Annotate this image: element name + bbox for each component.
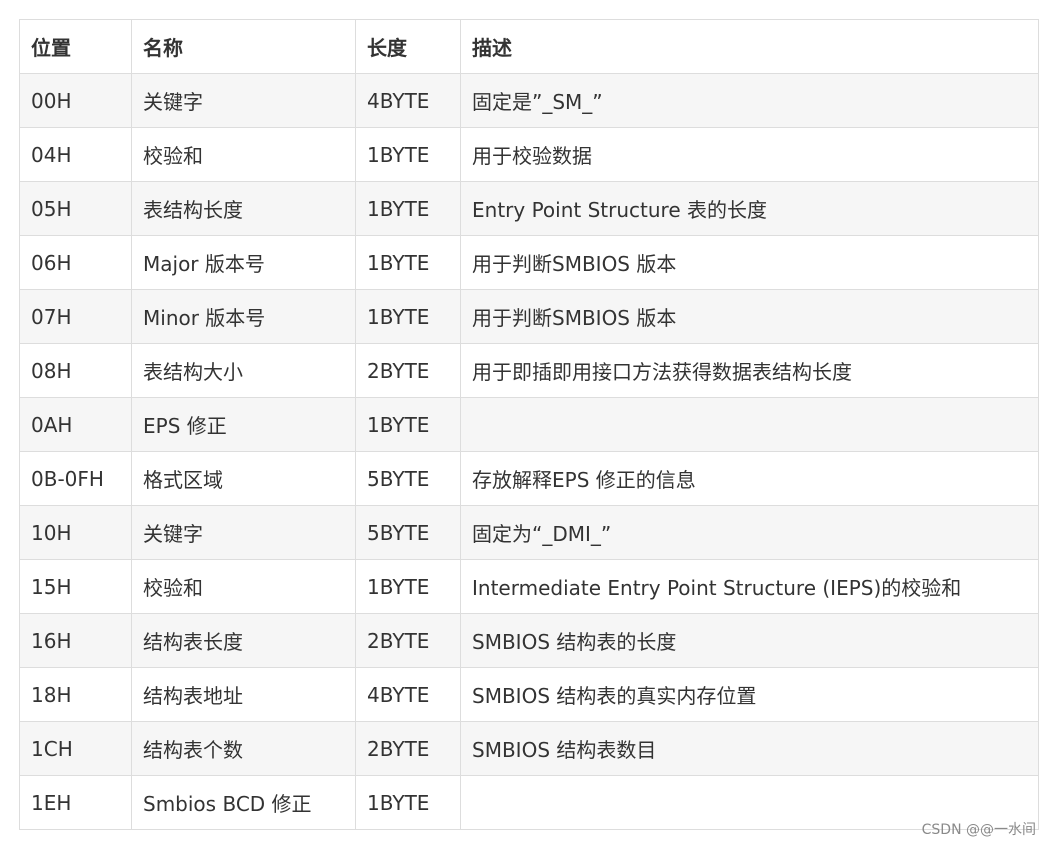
cell-length: 2BYTE [355,721,461,776]
cell-description: Intermediate Entry Point Structure (IEPS… [460,559,1039,614]
cell-length: 1BYTE [355,127,461,182]
table-row: 08H 表结构大小 2BYTE 用于即插即用接口方法获得数据表结构长度 [19,343,1039,398]
table-row: 1CH 结构表个数 2BYTE SMBIOS 结构表数目 [19,721,1039,776]
cell-description [460,397,1039,452]
cell-position: 1EH [19,775,132,830]
cell-name: Major 版本号 [131,235,356,290]
header-row: 位置 名称 长度 描述 [19,19,1039,74]
cell-length: 5BYTE [355,451,461,506]
cell-name: 表结构大小 [131,343,356,398]
column-header-length: 长度 [355,19,461,74]
table-row: 0AH EPS 修正 1BYTE [19,397,1039,452]
cell-name: 结构表长度 [131,613,356,668]
cell-length: 4BYTE [355,667,461,722]
table-row: 18H 结构表地址 4BYTE SMBIOS 结构表的真实内存位置 [19,667,1039,722]
cell-name: 校验和 [131,559,356,614]
cell-position: 07H [19,289,132,344]
table-row: 00H 关键字 4BYTE 固定是”_SM_” [19,73,1039,128]
table-row: 0B-0FH 格式区域 5BYTE 存放解释EPS 修正的信息 [19,451,1039,506]
table-row: 06H Major 版本号 1BYTE 用于判断SMBIOS 版本 [19,235,1039,290]
cell-description: 存放解释EPS 修正的信息 [460,451,1039,506]
table-row: 15H 校验和 1BYTE Intermediate Entry Point S… [19,559,1039,614]
cell-description: 用于判断SMBIOS 版本 [460,235,1039,290]
cell-name: EPS 修正 [131,397,356,452]
column-header-name: 名称 [131,19,356,74]
table-row: 16H 结构表长度 2BYTE SMBIOS 结构表的长度 [19,613,1039,668]
cell-length: 1BYTE [355,235,461,290]
cell-name: 校验和 [131,127,356,182]
watermark: CSDN @@一水间 [921,822,1036,838]
cell-description: 固定为“_DMI_” [460,505,1039,560]
cell-name: 结构表地址 [131,667,356,722]
table-header: 位置 名称 长度 描述 [19,19,1039,74]
cell-position: 18H [19,667,132,722]
cell-description: 用于即插即用接口方法获得数据表结构长度 [460,343,1039,398]
table-body: 00H 关键字 4BYTE 固定是”_SM_” 04H 校验和 1BYTE 用于… [19,73,1039,830]
cell-description: SMBIOS 结构表数目 [460,721,1039,776]
column-header-description: 描述 [460,19,1039,74]
column-header-position: 位置 [19,19,132,74]
cell-length: 1BYTE [355,289,461,344]
cell-length: 1BYTE [355,181,461,236]
table-container: 位置 名称 长度 描述 00H 关键字 4BYTE 固定是”_SM_” 04H … [19,19,1039,830]
cell-length: 2BYTE [355,343,461,398]
cell-position: 04H [19,127,132,182]
cell-position: 1CH [19,721,132,776]
cell-position: 10H [19,505,132,560]
cell-description: Entry Point Structure 表的长度 [460,181,1039,236]
cell-description: SMBIOS 结构表的长度 [460,613,1039,668]
cell-position: 08H [19,343,132,398]
cell-position: 06H [19,235,132,290]
cell-description: 用于判断SMBIOS 版本 [460,289,1039,344]
cell-description: 固定是”_SM_” [460,73,1039,128]
table-row: 10H 关键字 5BYTE 固定为“_DMI_” [19,505,1039,560]
cell-name: Minor 版本号 [131,289,356,344]
table-row: 05H 表结构长度 1BYTE Entry Point Structure 表的… [19,181,1039,236]
cell-position: 00H [19,73,132,128]
table-row: 07H Minor 版本号 1BYTE 用于判断SMBIOS 版本 [19,289,1039,344]
cell-name: 格式区域 [131,451,356,506]
cell-length: 1BYTE [355,775,461,830]
cell-description: SMBIOS 结构表的真实内存位置 [460,667,1039,722]
cell-name: Smbios BCD 修正 [131,775,356,830]
cell-description: 用于校验数据 [460,127,1039,182]
cell-name: 结构表个数 [131,721,356,776]
cell-length: 2BYTE [355,613,461,668]
cell-position: 0B-0FH [19,451,132,506]
cell-length: 1BYTE [355,397,461,452]
cell-length: 1BYTE [355,559,461,614]
table-row: 04H 校验和 1BYTE 用于校验数据 [19,127,1039,182]
table-row: 1EH Smbios BCD 修正 1BYTE [19,775,1039,830]
cell-position: 16H [19,613,132,668]
cell-name: 表结构长度 [131,181,356,236]
smbios-entry-point-table: 位置 名称 长度 描述 00H 关键字 4BYTE 固定是”_SM_” 04H … [19,19,1039,830]
cell-name: 关键字 [131,73,356,128]
cell-length: 4BYTE [355,73,461,128]
cell-name: 关键字 [131,505,356,560]
cell-position: 15H [19,559,132,614]
cell-position: 0AH [19,397,132,452]
cell-length: 5BYTE [355,505,461,560]
cell-position: 05H [19,181,132,236]
